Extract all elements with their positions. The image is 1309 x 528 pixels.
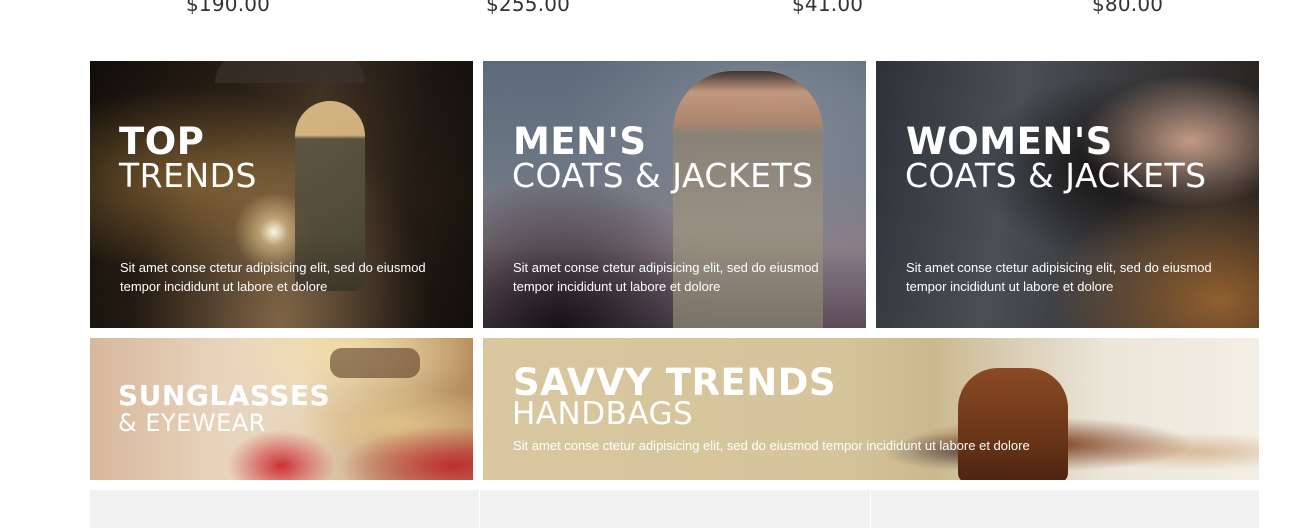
handbag-shape: [958, 368, 1068, 480]
tile-description-line: tempor incididunt ut labore et dolore: [906, 279, 1114, 294]
tile-subtitle: HANDBAGS: [512, 396, 694, 432]
tile-description-line: tempor incididunt ut labore et dolore: [513, 279, 721, 294]
promo-tile-sunglasses[interactable]: SUNGLASSES & EYEWEAR: [90, 338, 473, 480]
sunglasses-shape: [330, 348, 420, 378]
tile-title: MEN'S: [513, 120, 647, 163]
tile-description-line: Sit amet conse ctetur adipisicing elit, …: [120, 260, 426, 275]
product-price: $80.00: [1092, 0, 1164, 16]
tile-subtitle: COATS & JACKETS: [905, 156, 1207, 195]
tile-description-line: tempor incididunt ut labore et dolore: [120, 279, 328, 294]
tile-description-line: Sit amet conse ctetur adipisicing elit, …: [513, 260, 819, 275]
promo-tile-handbags[interactable]: SAVVY TRENDS HANDBAGS Sit amet conse cte…: [483, 338, 1259, 480]
promo-tile-mens[interactable]: MEN'S COATS & JACKETS Sit amet conse cte…: [483, 61, 866, 328]
bottom-panel: [480, 490, 870, 528]
tile-subtitle: & EYEWEAR: [118, 409, 266, 437]
bottom-panel: [90, 490, 479, 528]
product-price: $255.00: [486, 0, 571, 16]
tile-title: TOP: [119, 120, 205, 163]
tile-description-line: Sit amet conse ctetur adipisicing elit, …: [906, 260, 1212, 275]
bottom-panel: [871, 490, 1259, 528]
tile-description: Sit amet conse ctetur adipisicing elit, …: [513, 438, 1030, 453]
tile-title: WOMEN'S: [906, 120, 1113, 163]
product-price: $41.00: [792, 0, 864, 16]
promo-tile-top-trends[interactable]: TOP TRENDS Sit amet conse ctetur adipisi…: [90, 61, 473, 328]
product-price: $190.00: [186, 0, 271, 16]
promo-tile-womens[interactable]: WOMEN'S COATS & JACKETS Sit amet conse c…: [876, 61, 1259, 328]
tile-subtitle: COATS & JACKETS: [512, 156, 814, 195]
tile-subtitle: TRENDS: [119, 156, 257, 195]
tile-title: SUNGLASSES: [118, 379, 331, 412]
umbrella: [215, 61, 365, 83]
